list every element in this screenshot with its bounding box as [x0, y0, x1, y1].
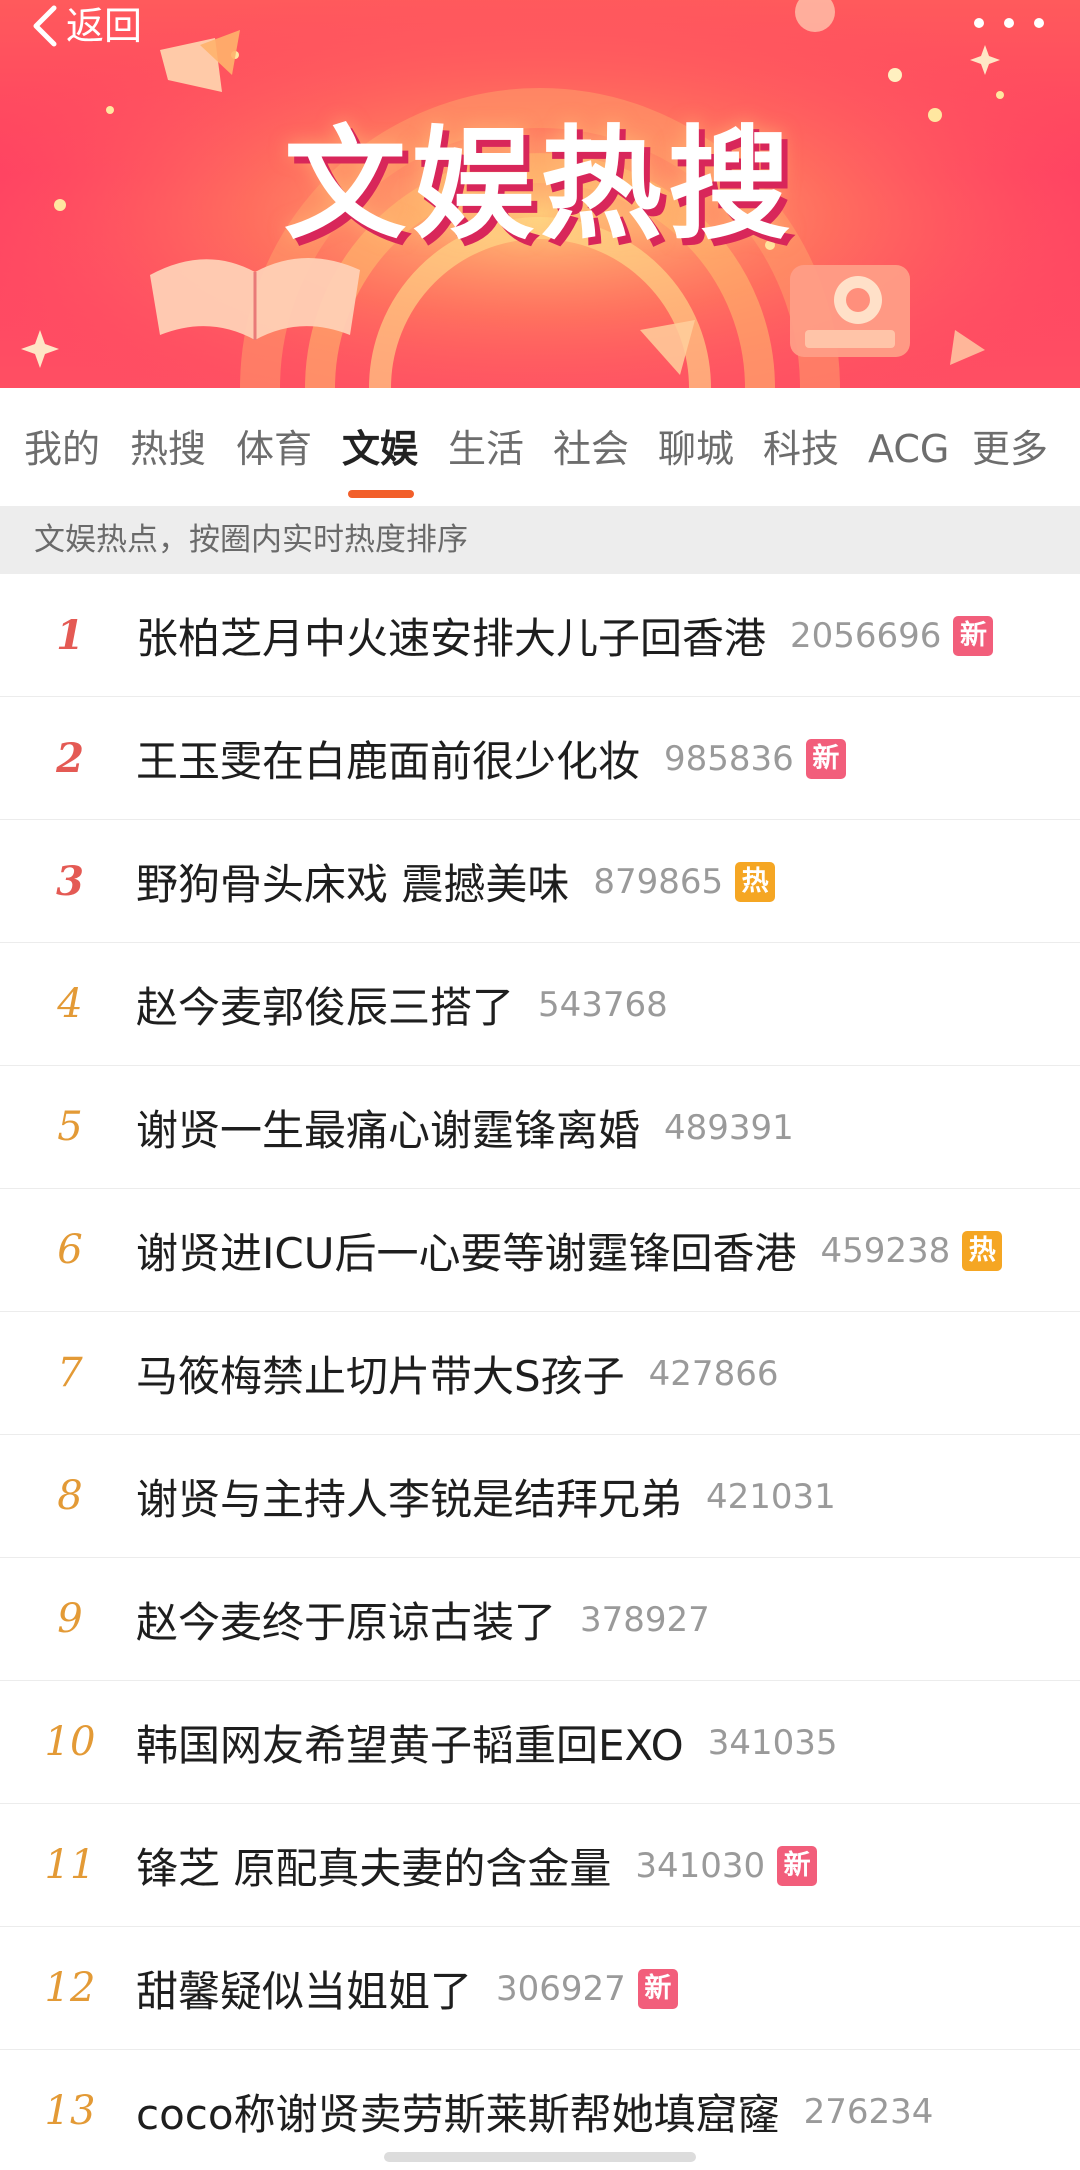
- rank-number: 1: [56, 612, 84, 659]
- hot-search-item[interactable]: 7 马筱梅禁止切片带大S孩子 427866: [0, 1312, 1080, 1435]
- item-title: 赵今麦终于原谅古装了: [136, 1598, 557, 1647]
- rank-number: 8: [57, 1473, 83, 1519]
- heat-count: 2056696: [790, 615, 942, 656]
- tab-more[interactable]: 更多: [972, 426, 1048, 472]
- item-title: 锋芝 原配真夫妻的含金量: [136, 1844, 612, 1893]
- more-dot-icon: [974, 18, 984, 28]
- rank-number: 5: [57, 1104, 83, 1150]
- heat-count: 543768: [538, 984, 668, 1025]
- item-body: 甜馨疑似当姐姐了 306927 新: [136, 1927, 678, 2050]
- active-tab-indicator: [348, 490, 414, 498]
- heat-count: 341030: [635, 1845, 766, 1886]
- more-options-button[interactable]: [974, 4, 1044, 42]
- rank-number: 2: [56, 735, 84, 782]
- heat-count: 489391: [664, 1107, 794, 1148]
- item-title: 张柏芝月中火速安排大儿子回香港: [136, 614, 767, 663]
- category-tabs: 我的 热搜 体育 文娱 生活 社会 聊城 科技 ACG 更多: [0, 388, 1080, 506]
- rank-number: 9: [57, 1596, 83, 1642]
- more-dot-icon: [1004, 18, 1014, 28]
- item-title: coco称谢贤卖劳斯莱斯帮她填窟窿: [136, 2090, 780, 2139]
- item-title: 谢贤进ICU后一心要等谢霆锋回香港: [136, 1229, 797, 1278]
- heat-count: 378927: [580, 1599, 710, 1640]
- new-badge: 新: [777, 1845, 818, 1886]
- back-label: 返回: [66, 4, 143, 48]
- hot-search-item[interactable]: 3 野狗骨头床戏 震撼美味 879865 热: [0, 820, 1080, 943]
- tab-acg[interactable]: ACG: [868, 426, 949, 472]
- page: 返回 文娱热搜 我的 热搜 体育 文娱 生活 社会 聊城 科技 ACG 更多 文…: [0, 0, 1080, 2170]
- item-body: 马筱梅禁止切片带大S孩子 427866: [136, 1312, 778, 1435]
- item-body: 谢贤与主持人李锐是结拜兄弟 421031: [136, 1435, 836, 1558]
- item-title: 马筱梅禁止切片带大S孩子: [136, 1352, 625, 1401]
- tab-mine[interactable]: 我的: [24, 426, 100, 472]
- new-badge: 新: [805, 738, 846, 779]
- hot-search-item[interactable]: 10 韩国网友希望黄子韬重回EXO 341035: [0, 1681, 1080, 1804]
- item-title: 赵今麦郭俊辰三搭了: [136, 983, 515, 1032]
- item-body: 谢贤进ICU后一心要等谢霆锋回香港 459238 热: [136, 1189, 1003, 1312]
- rank-number: 12: [44, 1965, 96, 2011]
- item-body: 谢贤一生最痛心谢霆锋离婚 489391: [136, 1066, 794, 1189]
- hot-search-item[interactable]: 5 谢贤一生最痛心谢霆锋离婚 489391: [0, 1066, 1080, 1189]
- heat-count: 341035: [707, 1722, 838, 1763]
- hot-search-item[interactable]: 1 张柏芝月中火速安排大儿子回香港 2056696 新: [0, 574, 1080, 697]
- new-badge: 新: [953, 615, 994, 656]
- heat-count: 421031: [706, 1476, 836, 1517]
- heat-count: 459238: [820, 1230, 951, 1271]
- rank-number: 4: [57, 981, 83, 1027]
- hot-badge: 热: [962, 1230, 1003, 1271]
- item-body: 锋芝 原配真夫妻的含金量 341030 新: [136, 1804, 818, 1927]
- tab-tech[interactable]: 科技: [763, 426, 839, 472]
- item-title: 谢贤与主持人李锐是结拜兄弟: [136, 1475, 683, 1524]
- list-description: 文娱热点，按圈内实时热度排序: [34, 522, 468, 558]
- tab-hot[interactable]: 热搜: [130, 426, 206, 472]
- heat-count: 276234: [803, 2091, 934, 2132]
- rank-number: 3: [56, 858, 84, 905]
- more-dot-icon: [1034, 18, 1044, 28]
- item-title: 谢贤一生最痛心谢霆锋离婚: [136, 1106, 641, 1155]
- hot-search-item[interactable]: 6 谢贤进ICU后一心要等谢霆锋回香港 459238 热: [0, 1189, 1080, 1312]
- heat-count: 427866: [648, 1353, 779, 1394]
- heat-count: 306927: [496, 1968, 626, 2009]
- banner-title: 文娱热搜: [284, 114, 796, 256]
- hot-search-item[interactable]: 9 赵今麦终于原谅古装了 378927: [0, 1558, 1080, 1681]
- tab-liaocheng[interactable]: 聊城: [658, 426, 734, 472]
- item-body: 赵今麦郭俊辰三搭了 543768: [136, 943, 668, 1066]
- hot-search-item[interactable]: 12 甜馨疑似当姐姐了 306927 新: [0, 1927, 1080, 2050]
- hot-search-item[interactable]: 2 王玉雯在白鹿面前很少化妆 985836 新: [0, 697, 1080, 820]
- item-body: 王玉雯在白鹿面前很少化妆 985836 新: [136, 697, 846, 820]
- item-title: 甜馨疑似当姐姐了: [136, 1967, 473, 2016]
- tab-society[interactable]: 社会: [553, 426, 629, 472]
- rank-number: 10: [44, 1719, 96, 1765]
- heat-count: 985836: [664, 738, 794, 779]
- tab-life[interactable]: 生活: [448, 426, 524, 472]
- rank-number: 13: [44, 2088, 96, 2134]
- item-body: 赵今麦终于原谅古装了 378927: [136, 1558, 710, 1681]
- item-body: 韩国网友希望黄子韬重回EXO 341035: [136, 1681, 837, 1804]
- rank-number: 11: [44, 1842, 96, 1888]
- header-banner: 返回 文娱热搜: [0, 0, 1080, 388]
- rank-number: 7: [57, 1350, 83, 1396]
- item-title: 野狗骨头床戏 震撼美味: [136, 860, 570, 909]
- item-title: 韩国网友希望黄子韬重回EXO: [136, 1721, 684, 1770]
- back-button[interactable]: 返回: [30, 2, 142, 50]
- chevron-left-icon: [33, 5, 57, 47]
- hot-search-item[interactable]: 8 谢贤与主持人李锐是结拜兄弟 421031: [0, 1435, 1080, 1558]
- hot-search-item[interactable]: 11 锋芝 原配真夫妻的含金量 341030 新: [0, 1804, 1080, 1927]
- item-title: 王玉雯在白鹿面前很少化妆: [136, 737, 641, 786]
- item-body: 野狗骨头床戏 震撼美味 879865 热: [136, 820, 776, 943]
- hot-search-list: 1 张柏芝月中火速安排大儿子回香港 2056696 新 2 王玉雯在白鹿面前很少化妆 985…: [0, 574, 1080, 2170]
- hot-badge: 热: [735, 861, 776, 902]
- new-badge: 新: [637, 1968, 678, 2009]
- rank-number: 6: [57, 1227, 83, 1273]
- item-body: 张柏芝月中火速安排大儿子回香港 2056696 新: [136, 574, 994, 697]
- list-description-bar: 文娱热点，按圈内实时热度排序: [0, 506, 1080, 574]
- hot-search-item[interactable]: 4 赵今麦郭俊辰三搭了 543768: [0, 943, 1080, 1066]
- heat-count: 879865: [593, 861, 724, 902]
- tab-entertainment[interactable]: 文娱: [342, 426, 418, 472]
- home-indicator[interactable]: [384, 2152, 696, 2162]
- tab-sports[interactable]: 体育: [236, 426, 312, 472]
